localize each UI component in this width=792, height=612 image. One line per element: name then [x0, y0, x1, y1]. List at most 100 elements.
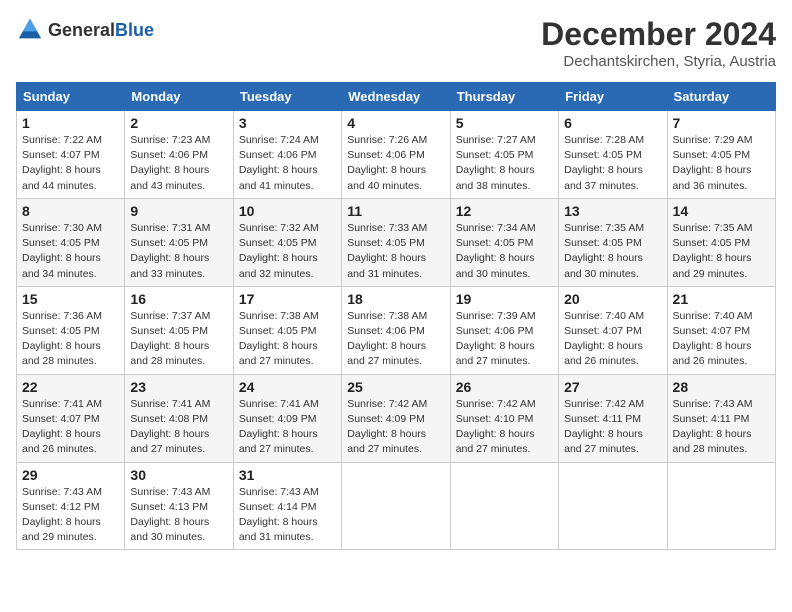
day-info: Sunrise: 7:42 AM Sunset: 4:09 PM Dayligh…	[347, 397, 444, 458]
day-number: 30	[130, 467, 227, 483]
logo-blue: Blue	[115, 20, 154, 40]
calendar-cell: 1 Sunrise: 7:22 AM Sunset: 4:07 PM Dayli…	[17, 111, 125, 199]
calendar-cell: 21 Sunrise: 7:40 AM Sunset: 4:07 PM Dayl…	[667, 286, 775, 374]
day-info: Sunrise: 7:41 AM Sunset: 4:09 PM Dayligh…	[239, 397, 336, 458]
col-saturday: Saturday	[667, 83, 775, 111]
day-info: Sunrise: 7:26 AM Sunset: 4:06 PM Dayligh…	[347, 133, 444, 194]
day-number: 27	[564, 379, 661, 395]
day-number: 2	[130, 115, 227, 131]
calendar-cell: 10 Sunrise: 7:32 AM Sunset: 4:05 PM Dayl…	[233, 198, 341, 286]
calendar-header-row: Sunday Monday Tuesday Wednesday Thursday…	[17, 83, 776, 111]
calendar-cell: 18 Sunrise: 7:38 AM Sunset: 4:06 PM Dayl…	[342, 286, 450, 374]
calendar-cell: 5 Sunrise: 7:27 AM Sunset: 4:05 PM Dayli…	[450, 111, 558, 199]
calendar-cell: 25 Sunrise: 7:42 AM Sunset: 4:09 PM Dayl…	[342, 374, 450, 462]
calendar-cell: 22 Sunrise: 7:41 AM Sunset: 4:07 PM Dayl…	[17, 374, 125, 462]
day-info: Sunrise: 7:43 AM Sunset: 4:12 PM Dayligh…	[22, 485, 119, 546]
day-number: 11	[347, 203, 444, 219]
day-number: 12	[456, 203, 553, 219]
day-number: 29	[22, 467, 119, 483]
day-info: Sunrise: 7:35 AM Sunset: 4:05 PM Dayligh…	[564, 221, 661, 282]
calendar-cell: 13 Sunrise: 7:35 AM Sunset: 4:05 PM Dayl…	[559, 198, 667, 286]
day-number: 18	[347, 291, 444, 307]
day-info: Sunrise: 7:43 AM Sunset: 4:14 PM Dayligh…	[239, 485, 336, 546]
day-info: Sunrise: 7:38 AM Sunset: 4:06 PM Dayligh…	[347, 309, 444, 370]
calendar-week-row: 22 Sunrise: 7:41 AM Sunset: 4:07 PM Dayl…	[17, 374, 776, 462]
day-number: 15	[22, 291, 119, 307]
logo: GeneralBlue	[16, 16, 154, 44]
calendar-cell: 12 Sunrise: 7:34 AM Sunset: 4:05 PM Dayl…	[450, 198, 558, 286]
day-info: Sunrise: 7:38 AM Sunset: 4:05 PM Dayligh…	[239, 309, 336, 370]
calendar-cell: 9 Sunrise: 7:31 AM Sunset: 4:05 PM Dayli…	[125, 198, 233, 286]
day-number: 22	[22, 379, 119, 395]
col-wednesday: Wednesday	[342, 83, 450, 111]
day-info: Sunrise: 7:30 AM Sunset: 4:05 PM Dayligh…	[22, 221, 119, 282]
calendar-table: Sunday Monday Tuesday Wednesday Thursday…	[16, 82, 776, 550]
calendar-cell: 26 Sunrise: 7:42 AM Sunset: 4:10 PM Dayl…	[450, 374, 558, 462]
day-number: 31	[239, 467, 336, 483]
day-info: Sunrise: 7:43 AM Sunset: 4:13 PM Dayligh…	[130, 485, 227, 546]
day-info: Sunrise: 7:24 AM Sunset: 4:06 PM Dayligh…	[239, 133, 336, 194]
day-info: Sunrise: 7:22 AM Sunset: 4:07 PM Dayligh…	[22, 133, 119, 194]
calendar-cell: 30 Sunrise: 7:43 AM Sunset: 4:13 PM Dayl…	[125, 462, 233, 550]
calendar-cell: 17 Sunrise: 7:38 AM Sunset: 4:05 PM Dayl…	[233, 286, 341, 374]
day-number: 16	[130, 291, 227, 307]
calendar-cell: 6 Sunrise: 7:28 AM Sunset: 4:05 PM Dayli…	[559, 111, 667, 199]
day-number: 25	[347, 379, 444, 395]
calendar-cell: 31 Sunrise: 7:43 AM Sunset: 4:14 PM Dayl…	[233, 462, 341, 550]
logo-icon	[16, 16, 44, 44]
day-info: Sunrise: 7:36 AM Sunset: 4:05 PM Dayligh…	[22, 309, 119, 370]
day-info: Sunrise: 7:31 AM Sunset: 4:05 PM Dayligh…	[130, 221, 227, 282]
col-friday: Friday	[559, 83, 667, 111]
day-number: 7	[673, 115, 770, 131]
col-monday: Monday	[125, 83, 233, 111]
day-number: 17	[239, 291, 336, 307]
calendar-cell: 23 Sunrise: 7:41 AM Sunset: 4:08 PM Dayl…	[125, 374, 233, 462]
day-info: Sunrise: 7:42 AM Sunset: 4:10 PM Dayligh…	[456, 397, 553, 458]
col-thursday: Thursday	[450, 83, 558, 111]
calendar-cell	[342, 462, 450, 550]
day-info: Sunrise: 7:43 AM Sunset: 4:11 PM Dayligh…	[673, 397, 770, 458]
day-number: 26	[456, 379, 553, 395]
day-info: Sunrise: 7:40 AM Sunset: 4:07 PM Dayligh…	[673, 309, 770, 370]
calendar-cell: 24 Sunrise: 7:41 AM Sunset: 4:09 PM Dayl…	[233, 374, 341, 462]
calendar-cell: 29 Sunrise: 7:43 AM Sunset: 4:12 PM Dayl…	[17, 462, 125, 550]
col-sunday: Sunday	[17, 83, 125, 111]
calendar-cell: 15 Sunrise: 7:36 AM Sunset: 4:05 PM Dayl…	[17, 286, 125, 374]
logo-general: General	[48, 20, 115, 40]
day-number: 28	[673, 379, 770, 395]
day-info: Sunrise: 7:41 AM Sunset: 4:08 PM Dayligh…	[130, 397, 227, 458]
day-info: Sunrise: 7:28 AM Sunset: 4:05 PM Dayligh…	[564, 133, 661, 194]
day-number: 3	[239, 115, 336, 131]
calendar-cell	[450, 462, 558, 550]
day-info: Sunrise: 7:27 AM Sunset: 4:05 PM Dayligh…	[456, 133, 553, 194]
calendar-cell: 7 Sunrise: 7:29 AM Sunset: 4:05 PM Dayli…	[667, 111, 775, 199]
day-number: 9	[130, 203, 227, 219]
day-info: Sunrise: 7:35 AM Sunset: 4:05 PM Dayligh…	[673, 221, 770, 282]
day-info: Sunrise: 7:29 AM Sunset: 4:05 PM Dayligh…	[673, 133, 770, 194]
calendar-week-row: 8 Sunrise: 7:30 AM Sunset: 4:05 PM Dayli…	[17, 198, 776, 286]
day-number: 24	[239, 379, 336, 395]
calendar-cell: 3 Sunrise: 7:24 AM Sunset: 4:06 PM Dayli…	[233, 111, 341, 199]
calendar-week-row: 1 Sunrise: 7:22 AM Sunset: 4:07 PM Dayli…	[17, 111, 776, 199]
calendar-cell: 19 Sunrise: 7:39 AM Sunset: 4:06 PM Dayl…	[450, 286, 558, 374]
calendar-cell: 28 Sunrise: 7:43 AM Sunset: 4:11 PM Dayl…	[667, 374, 775, 462]
day-number: 10	[239, 203, 336, 219]
title-block: December 2024 Dechantskirchen, Styria, A…	[541, 16, 776, 70]
calendar-cell: 4 Sunrise: 7:26 AM Sunset: 4:06 PM Dayli…	[342, 111, 450, 199]
day-number: 1	[22, 115, 119, 131]
day-number: 14	[673, 203, 770, 219]
calendar-week-row: 29 Sunrise: 7:43 AM Sunset: 4:12 PM Dayl…	[17, 462, 776, 550]
day-info: Sunrise: 7:32 AM Sunset: 4:05 PM Dayligh…	[239, 221, 336, 282]
month-year: December 2024	[541, 16, 776, 53]
calendar-cell	[667, 462, 775, 550]
day-info: Sunrise: 7:42 AM Sunset: 4:11 PM Dayligh…	[564, 397, 661, 458]
calendar-cell: 27 Sunrise: 7:42 AM Sunset: 4:11 PM Dayl…	[559, 374, 667, 462]
day-info: Sunrise: 7:34 AM Sunset: 4:05 PM Dayligh…	[456, 221, 553, 282]
location: Dechantskirchen, Styria, Austria	[541, 53, 776, 70]
day-number: 23	[130, 379, 227, 395]
day-number: 21	[673, 291, 770, 307]
day-number: 5	[456, 115, 553, 131]
day-number: 19	[456, 291, 553, 307]
day-info: Sunrise: 7:39 AM Sunset: 4:06 PM Dayligh…	[456, 309, 553, 370]
page-header: GeneralBlue December 2024 Dechantskirche…	[16, 16, 776, 70]
